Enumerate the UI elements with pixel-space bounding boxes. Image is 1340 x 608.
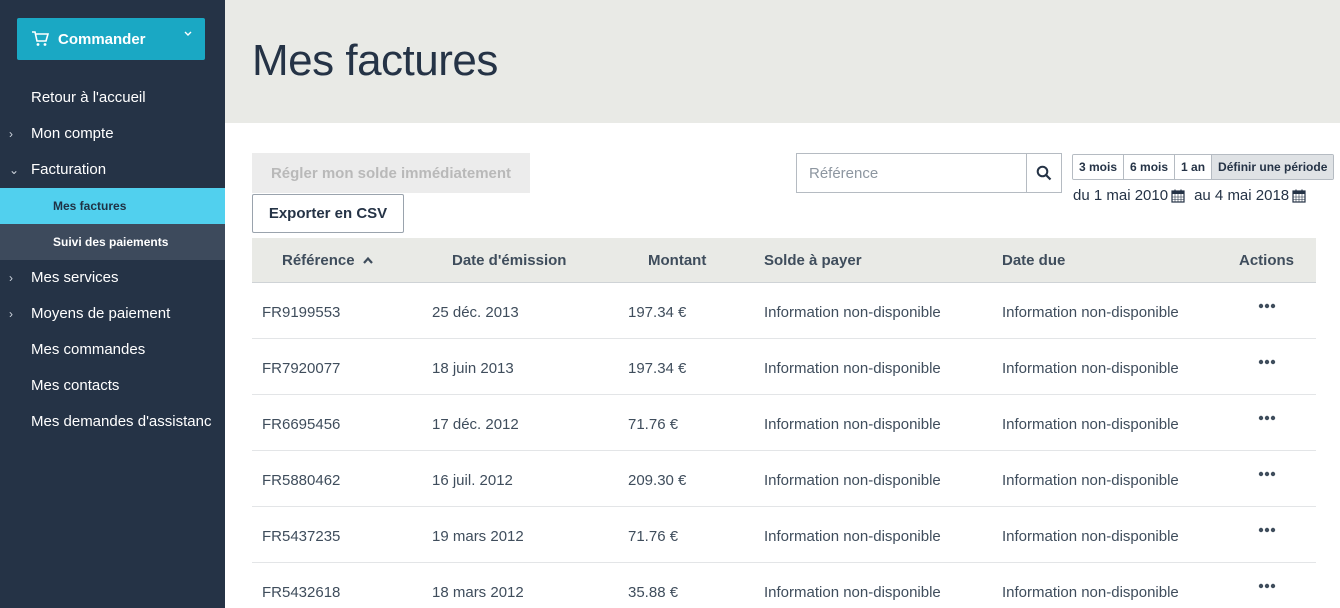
cell-due-date: Information non-disponible [1002, 528, 1179, 545]
date-from[interactable]: du 1 mai 2010 [1073, 187, 1168, 204]
table-row: FR5880462 16 juil. 2012 209.30 € Informa… [252, 451, 1316, 507]
sidebar-item-contacts[interactable]: Mes contacts [0, 368, 225, 404]
column-header-due-date: Date due [1002, 252, 1066, 269]
search-icon [1036, 165, 1052, 181]
order-button-label: Commander [58, 30, 146, 48]
page-header: Mes factures [225, 0, 1340, 123]
sidebar-item-label: Mon compte [31, 125, 114, 142]
sidebar-item-label: Mes commandes [31, 341, 146, 358]
cell-balance: Information non-disponible [764, 304, 941, 321]
cell-date: 18 juin 2013 [432, 360, 514, 377]
period-selector: 3 mois 6 mois 1 an Définir une période [1072, 154, 1335, 180]
column-header-date: Date d'émission [452, 252, 567, 269]
sidebar: Commander Retour à l'accueil › Mon compt… [0, 0, 225, 608]
cell-date: 17 déc. 2012 [432, 416, 519, 433]
chevron-down-icon: ⌄ [9, 163, 20, 177]
cell-amount: 197.34 € [628, 304, 687, 321]
page-title: Mes factures [252, 36, 498, 85]
cart-icon [32, 31, 49, 46]
column-header-amount: Montant [648, 252, 707, 269]
cell-reference[interactable]: FR9199553 [262, 304, 340, 321]
cell-date: 25 déc. 2013 [432, 304, 519, 321]
sidebar-item-services[interactable]: › Mes services [0, 260, 225, 296]
chevron-right-icon: › [9, 271, 13, 285]
sidebar-item-label: Retour à l'accueil [31, 89, 146, 106]
cell-reference[interactable]: FR5880462 [262, 472, 340, 489]
sidebar-nav: Retour à l'accueil › Mon compte ⌄ Factur… [0, 80, 225, 440]
export-csv-button[interactable]: Exporter en CSV [252, 194, 404, 233]
column-header-label: Référence [282, 252, 355, 269]
date-to[interactable]: au 4 mai 2018 [1194, 187, 1289, 204]
more-actions-icon[interactable] [1258, 527, 1276, 533]
more-actions-icon[interactable] [1258, 471, 1276, 477]
sidebar-item-label: Moyens de paiement [31, 305, 171, 322]
sidebar-item-label: Facturation [31, 161, 107, 178]
chevron-right-icon: › [9, 307, 13, 321]
search-button[interactable] [1026, 154, 1061, 192]
cell-balance: Information non-disponible [764, 472, 941, 489]
table-row: FR5437235 19 mars 2012 71.76 € Informati… [252, 507, 1316, 563]
calendar-icon[interactable] [1171, 189, 1185, 203]
sidebar-item-account[interactable]: › Mon compte [0, 116, 225, 152]
period-6-months[interactable]: 6 mois [1124, 155, 1176, 179]
sidebar-item-billing[interactable]: ⌄ Facturation [0, 152, 225, 188]
cell-date: 16 juil. 2012 [432, 472, 513, 489]
sidebar-item-label: Mes contacts [31, 377, 120, 394]
cell-reference[interactable]: FR7920077 [262, 360, 340, 377]
search-input[interactable] [797, 154, 1027, 192]
more-actions-icon[interactable] [1258, 303, 1276, 309]
cell-reference[interactable]: FR5437235 [262, 528, 340, 545]
cell-due-date: Information non-disponible [1002, 304, 1179, 321]
table-row: FR6695456 17 déc. 2012 71.76 € Informati… [252, 395, 1316, 451]
cell-date: 18 mars 2012 [432, 584, 524, 601]
cell-reference[interactable]: FR6695456 [262, 416, 340, 433]
table-header: Référence Date d'émission Montant Solde … [252, 238, 1316, 283]
period-3-months[interactable]: 3 mois [1073, 155, 1125, 179]
chevron-down-icon[interactable] [183, 29, 193, 39]
order-button[interactable]: Commander [17, 18, 205, 60]
sidebar-item-label: Mes demandes d'assistanc [31, 413, 212, 430]
more-actions-icon[interactable] [1258, 415, 1276, 421]
cell-balance: Information non-disponible [764, 584, 941, 601]
sidebar-subitem-payments[interactable]: Suivi des paiements [0, 224, 225, 260]
period-custom[interactable]: Définir une période [1212, 155, 1334, 179]
settle-balance-button[interactable]: Régler mon solde immédiatement [252, 153, 530, 193]
column-header-actions: Actions [1239, 252, 1295, 269]
chevron-right-icon: › [9, 127, 13, 141]
cell-amount: 71.76 € [628, 416, 679, 433]
cell-due-date: Information non-disponible [1002, 584, 1179, 601]
sidebar-item-payment-methods[interactable]: › Moyens de paiement [0, 296, 225, 332]
cell-date: 19 mars 2012 [432, 528, 524, 545]
period-1-year[interactable]: 1 an [1175, 155, 1213, 179]
search-box [796, 153, 1062, 193]
date-range: du 1 mai 2010 au 4 mai 2018 [1073, 187, 1315, 204]
sidebar-item-home[interactable]: Retour à l'accueil [0, 80, 225, 116]
cell-amount: 209.30 € [628, 472, 687, 489]
column-header-reference[interactable]: Référence [282, 252, 374, 269]
cell-balance: Information non-disponible [764, 528, 941, 545]
more-actions-icon[interactable] [1258, 583, 1276, 589]
table-row: FR9199553 25 déc. 2013 197.34 € Informat… [252, 283, 1316, 339]
column-header-balance: Solde à payer [764, 252, 862, 269]
sort-ascending-icon [362, 256, 373, 264]
cell-amount: 71.76 € [628, 528, 679, 545]
cell-balance: Information non-disponible [764, 360, 941, 377]
table-row: FR5432618 18 mars 2012 35.88 € Informati… [252, 563, 1316, 608]
sidebar-item-orders[interactable]: Mes commandes [0, 332, 225, 368]
cell-balance: Information non-disponible [764, 416, 941, 433]
cell-reference[interactable]: FR5432618 [262, 584, 340, 601]
cell-amount: 197.34 € [628, 360, 687, 377]
table-row: FR7920077 18 juin 2013 197.34 € Informat… [252, 339, 1316, 395]
cell-due-date: Information non-disponible [1002, 416, 1179, 433]
cell-amount: 35.88 € [628, 584, 679, 601]
cell-due-date: Information non-disponible [1002, 472, 1179, 489]
more-actions-icon[interactable] [1258, 359, 1276, 365]
cell-due-date: Information non-disponible [1002, 360, 1179, 377]
sidebar-subitem-invoices[interactable]: Mes factures [0, 188, 225, 224]
sidebar-item-support[interactable]: Mes demandes d'assistanc [0, 404, 225, 440]
calendar-icon[interactable] [1292, 189, 1306, 203]
sidebar-item-label: Mes services [31, 269, 119, 286]
invoices-table: Référence Date d'émission Montant Solde … [252, 238, 1316, 608]
